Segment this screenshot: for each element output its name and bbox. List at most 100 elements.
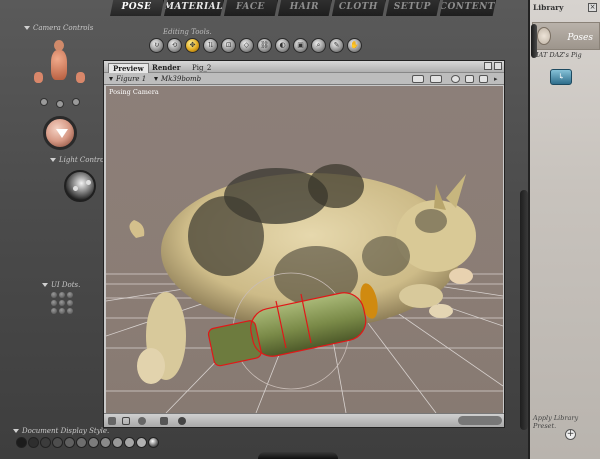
hidden-line-style-icon[interactable]	[52, 437, 63, 448]
camera-view-icon[interactable]	[138, 417, 146, 425]
room-tabs: POSE MATERIAL FACE HAIR CLOTH SETUP CONT…	[110, 0, 496, 16]
ui-dot[interactable]	[67, 308, 73, 314]
lit-wireframe-style-icon[interactable]	[64, 437, 75, 448]
render-options-icon[interactable]	[430, 75, 442, 83]
tab-material[interactable]: MATERIAL	[163, 0, 224, 16]
tracking-mode-selector[interactable]	[458, 416, 502, 425]
editing-tools-label: Editing Tools.	[163, 28, 212, 36]
frame-menu-icon[interactable]	[108, 417, 116, 425]
wireframe-style-icon[interactable]	[40, 437, 51, 448]
collapse-triangle-icon[interactable]	[24, 26, 30, 30]
ui-dot[interactable]	[67, 292, 73, 298]
tab-setup[interactable]: SETUP	[385, 0, 440, 16]
apply-preset-button[interactable]: +	[565, 429, 576, 440]
document-display-style-text: Document Display Style.	[22, 427, 110, 435]
cartoon-lined-style-icon[interactable]	[112, 437, 123, 448]
light-target-icon[interactable]	[451, 75, 460, 83]
tab-preview[interactable]: Preview	[108, 63, 149, 73]
tab-cloth[interactable]: CLOTH	[331, 0, 386, 16]
light-handle[interactable]	[73, 186, 78, 191]
ui-dot[interactable]	[51, 308, 57, 314]
outline-style-icon[interactable]	[28, 437, 39, 448]
cartoon-style-icon[interactable]	[100, 437, 111, 448]
panel-menu-arrow-icon[interactable]: ▸	[494, 75, 500, 83]
3d-viewport[interactable]: Posing Camera	[106, 86, 503, 413]
taper-icon[interactable]: ◇	[239, 38, 254, 53]
texture-shaded-style-icon[interactable]	[148, 437, 159, 448]
flat-lined-style-icon[interactable]	[88, 437, 99, 448]
ui-dots-grid	[51, 292, 73, 314]
tab-hair[interactable]: HAIR	[277, 0, 332, 16]
camera-scale-icon[interactable]	[40, 98, 48, 106]
document-tab-bar: Preview Render Pig_2	[104, 61, 504, 73]
close-icon[interactable]: ×	[588, 3, 597, 12]
color-icon[interactable]: ◐	[275, 38, 290, 53]
document-bottom-bar	[104, 413, 504, 427]
apply-library-preset-label: Apply Library Preset.	[533, 414, 579, 430]
animation-drawer-grip[interactable]	[258, 452, 338, 459]
camera-controls-label: Camera Controls	[24, 24, 93, 32]
smooth-shaded-style-icon[interactable]	[124, 437, 135, 448]
camera-controls-text: Camera Controls	[33, 24, 94, 32]
tab-content[interactable]: CONTENT	[439, 0, 496, 16]
collapse-triangle-icon[interactable]	[50, 158, 56, 162]
actor-dropdown[interactable]: Mk39bomb	[154, 74, 201, 84]
library-title: Library	[533, 3, 564, 12]
library-folder-icon[interactable]: ↳	[550, 69, 572, 85]
preview-options-icon[interactable]	[412, 75, 424, 83]
scale-icon[interactable]: ⊡	[221, 38, 236, 53]
depth-cue-icon[interactable]	[178, 417, 186, 425]
right-hand-camera-icon[interactable]	[76, 72, 85, 83]
camera-select-figure-icon[interactable]	[46, 40, 72, 100]
smooth-lined-style-icon[interactable]	[136, 437, 147, 448]
tab-face[interactable]: FACE	[223, 0, 278, 16]
flat-shaded-style-icon[interactable]	[76, 437, 87, 448]
shadow-toggle-icon[interactable]	[160, 417, 168, 425]
library-category-header[interactable]: Poses	[532, 22, 600, 50]
ui-dot[interactable]	[59, 300, 65, 306]
left-hand-camera-icon[interactable]	[34, 72, 43, 83]
camera-trackball[interactable]	[43, 116, 77, 150]
direct-manipulation-icon[interactable]: ✋	[347, 38, 362, 53]
rotate-icon[interactable]: ↻	[149, 38, 164, 53]
tab-render[interactable]: Render	[148, 63, 184, 73]
collapse-triangle-icon[interactable]	[13, 429, 19, 433]
chain-break-icon[interactable]: ⛓	[257, 38, 272, 53]
morph-brush-icon[interactable]: ✎	[329, 38, 344, 53]
arrow-down-icon	[56, 129, 68, 138]
ui-dot[interactable]	[51, 292, 57, 298]
ui-dot[interactable]	[51, 300, 57, 306]
twist-icon[interactable]: ⟲	[167, 38, 182, 53]
view-magnifier-icon[interactable]: ⌕	[311, 38, 326, 53]
collapse-triangle-icon[interactable]	[42, 283, 48, 287]
close-icon[interactable]	[494, 62, 502, 70]
library-subfolder[interactable]: MAT DAZ's Pig	[532, 51, 582, 59]
grouping-icon[interactable]: ▣	[293, 38, 308, 53]
camera-move-xy-icon[interactable]	[72, 98, 80, 106]
ui-dot[interactable]	[59, 292, 65, 298]
camera-target-icon[interactable]	[465, 75, 474, 83]
light-handle[interactable]	[86, 180, 91, 185]
ui-dot[interactable]	[59, 308, 65, 314]
editing-tools-bar: ↻ ⟲ ✥ ⇅ ⊡ ◇ ⛓ ◐ ▣ ⌕ ✎ ✋	[149, 38, 362, 53]
library-drawer-tab[interactable]	[531, 24, 537, 58]
minimize-icon[interactable]	[484, 62, 492, 70]
translate-in-out-icon[interactable]: ⇅	[203, 38, 218, 53]
figure-target-icon[interactable]	[479, 75, 488, 83]
silhouette-style-icon[interactable]	[16, 437, 27, 448]
translate-icon[interactable]: ✥	[185, 38, 200, 53]
ui-dot[interactable]	[67, 300, 73, 306]
figure-dropdown-value: Figure 1	[116, 75, 147, 83]
document-window: Preview Render Pig_2 Figure 1 Mk39bomb ▸	[103, 60, 505, 428]
figure-dropdown[interactable]: Figure 1	[109, 74, 146, 84]
ui-dots-label: UI Dots.	[42, 281, 80, 289]
scene-render	[106, 164, 503, 413]
library-category: Poses	[567, 33, 593, 43]
layout-icon[interactable]	[122, 417, 130, 425]
light-sphere[interactable]	[64, 170, 96, 202]
tab-pose[interactable]: POSE	[110, 0, 164, 16]
camera-move-xz-icon[interactable]	[56, 100, 64, 108]
light-controls-label: Light Controls	[50, 156, 110, 164]
document-toolbar: Figure 1 Mk39bomb ▸	[104, 73, 504, 85]
side-drawer-handle[interactable]	[520, 190, 528, 430]
